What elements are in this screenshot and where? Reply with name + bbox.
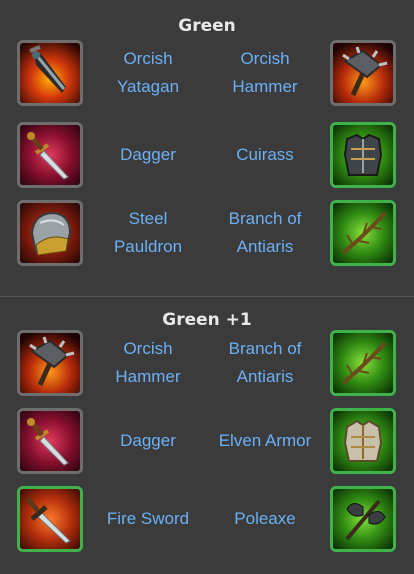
item-label[interactable]: Poleaxe <box>210 486 320 552</box>
item-row: Orcish Yatagan Orcish Hammer <box>0 40 414 118</box>
item-label[interactable]: Cuirass <box>210 122 320 188</box>
item-row: Orcish Hammer Branch of Antiaris <box>0 330 414 408</box>
item-label[interactable]: Branch of Antiaris <box>210 200 320 266</box>
item-row: Dagger Elven Armor <box>0 408 414 486</box>
dagger-icon[interactable] <box>17 408 83 474</box>
item-row: Steel Pauldron Branch of Antiaris <box>0 200 414 278</box>
item-label[interactable]: Fire Sword <box>93 486 203 552</box>
item-label[interactable]: Dagger <box>93 122 203 188</box>
branch-of-antiaris-icon[interactable] <box>330 330 396 396</box>
branch-of-antiaris-icon[interactable] <box>330 200 396 266</box>
section-title: Green <box>178 16 236 36</box>
item-row: Fire Sword Poleaxe <box>0 486 414 564</box>
section-green-plus-1: Green +1 Orcish Hammer Branch of Antiari… <box>0 290 414 574</box>
orcish-hammer-icon[interactable] <box>330 40 396 106</box>
item-label[interactable]: Elven Armor <box>205 408 325 474</box>
dagger-icon[interactable] <box>17 122 83 188</box>
orcish-hammer-icon[interactable] <box>17 330 83 396</box>
poleaxe-icon[interactable] <box>330 486 396 552</box>
item-label[interactable]: Steel Pauldron <box>93 200 203 266</box>
orcish-yatagan-icon[interactable] <box>17 40 83 106</box>
item-label[interactable]: Dagger <box>93 408 203 474</box>
elven-armor-icon[interactable] <box>330 408 396 474</box>
item-label[interactable]: Branch of Antiaris <box>210 330 320 396</box>
item-row: Dagger Cuirass <box>0 122 414 200</box>
steel-pauldron-icon[interactable] <box>17 200 83 266</box>
fire-sword-icon[interactable] <box>17 486 83 552</box>
cuirass-icon[interactable] <box>330 122 396 188</box>
section-green: Green Orcish Yatagan Orcish Hammer Dagge… <box>0 0 414 297</box>
item-label[interactable]: Orcish Hammer <box>93 330 203 396</box>
item-label[interactable]: Orcish Yatagan <box>93 40 203 106</box>
crafting-panel: Green Orcish Yatagan Orcish Hammer Dagge… <box>0 0 414 574</box>
item-label[interactable]: Orcish Hammer <box>210 40 320 106</box>
